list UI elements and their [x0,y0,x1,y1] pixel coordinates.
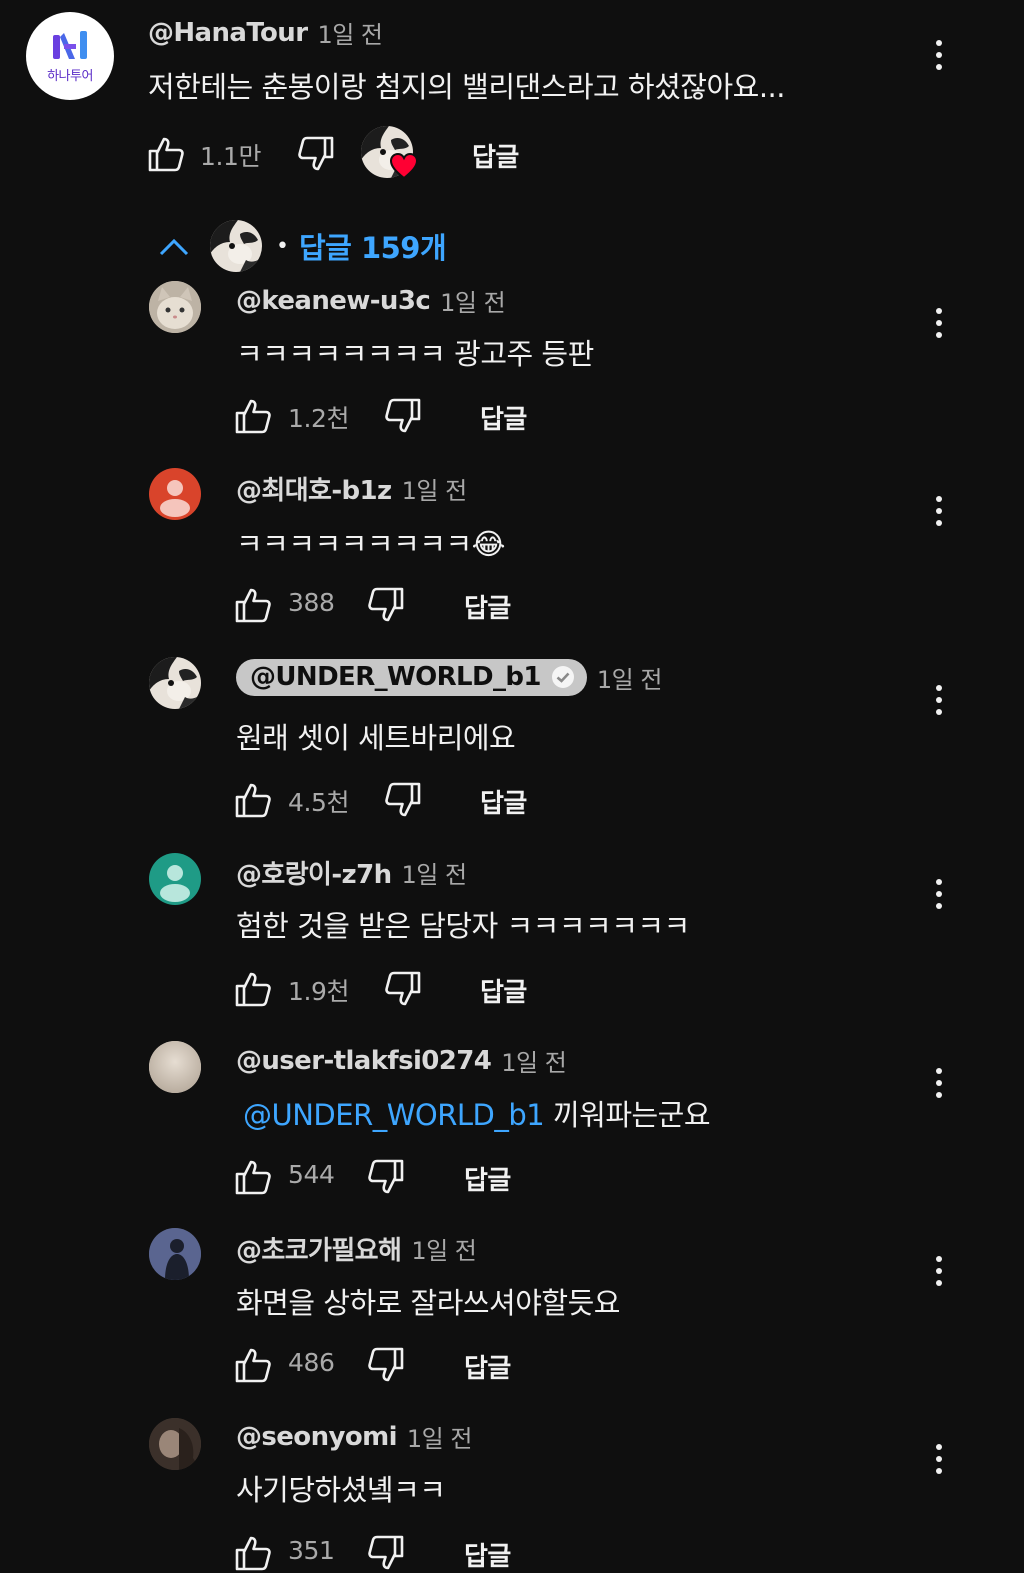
comment-author[interactable]: @seonyomi [236,1422,398,1452]
comment-text: 저한테는 춘봉이랑 첨지의 밸리댄스라고 하셨잖아요... [148,70,786,104]
like-count: 1.2천 [288,404,350,433]
top-comment-header: @HanaTour 1일 전 [148,15,383,50]
like-count: 4.5천 [288,788,350,817]
reply-button[interactable]: 답글 [464,1160,511,1197]
photo-avatar-icon [149,1418,201,1470]
dislike-icon[interactable] [383,780,423,820]
hanatour-logo-icon [53,30,87,59]
avatar[interactable] [149,657,201,709]
person-photo-avatar-icon [149,1228,201,1280]
avatar[interactable] [149,1041,201,1093]
comment-text: 사기당하셨녴ㅋㅋ [236,1473,446,1507]
like-icon[interactable] [233,396,273,436]
like-icon[interactable] [233,1345,273,1385]
reply-button[interactable]: 답글 [480,972,527,1009]
like-count: 1.9천 [288,977,350,1006]
dislike-icon[interactable] [296,134,336,174]
separator-dot: • [276,233,289,259]
like-icon[interactable] [233,780,273,820]
reply-button[interactable]: 답글 [480,783,527,820]
comment-header: @user-tlakfsi0274 1일 전 [236,1043,567,1078]
comment-text: 원래 셋이 세트바리에요 [236,721,516,755]
avatar[interactable] [149,468,201,520]
reply-button[interactable]: 답글 [464,1348,511,1385]
avatar[interactable] [149,1418,201,1470]
comment-time[interactable]: 1일 전 [440,283,506,318]
dislike-icon[interactable] [366,1345,406,1385]
comment-text: 화면을 상하로 잘라쓰셔야할듯요 [236,1286,620,1320]
more-vert-icon[interactable] [934,1444,944,1474]
comment-text: 험한 것을 받은 담당자 ㅋㅋㅋㅋㅋㅋㅋ [236,909,690,943]
like-icon[interactable] [233,1533,273,1573]
comment-author[interactable]: @최대호-b1z [236,470,392,507]
comment-time[interactable]: 1일 전 [597,660,663,695]
comment-header: @seonyomi 1일 전 [236,1419,472,1454]
reply-button[interactable]: 답글 [464,588,511,625]
comment-text-rest: 끼워파는군요 [544,1098,711,1132]
like-icon[interactable] [233,585,273,625]
verified-icon [551,666,574,688]
channel-avatar[interactable]: 하나투어 [26,12,114,100]
reply-button[interactable]: 답글 [464,1536,511,1573]
like-count: 544 [288,1160,335,1189]
avatar-label: 하나투어 [47,68,93,84]
comment-time[interactable]: 1일 전 [402,471,468,506]
like-icon[interactable] [146,134,186,174]
comment-author[interactable]: @keanew-u3c [236,286,431,316]
reply-button[interactable]: 답글 [480,399,527,436]
comment-text: ㅋㅋㅋㅋㅋㅋㅋㅋㅋ😂 [236,527,506,561]
creator-author-chip[interactable]: @UNDER_WORLD_b1 [236,659,587,696]
like-icon[interactable] [233,969,273,1009]
replies-count-link[interactable]: 답글 159개 [299,225,447,267]
reply-button[interactable]: 답글 [472,137,519,174]
dislike-icon[interactable] [366,585,406,625]
comment-author: @UNDER_WORLD_b1 [250,662,541,692]
heart-icon [389,152,419,180]
mention-link[interactable]: @UNDER_WORLD_b1 [243,1098,545,1132]
comment-header: @UNDER_WORLD_b1 1일 전 [236,659,662,696]
comment-text: ㅋㅋㅋㅋㅋㅋㅋㅋ 광고주 등판 [236,337,594,371]
more-vert-icon[interactable] [934,308,944,338]
like-count: 486 [288,1348,335,1377]
beige-avatar-icon [149,1041,201,1093]
avatar[interactable] [149,1228,201,1280]
avatar[interactable] [149,281,201,333]
more-vert-icon[interactable] [934,879,944,909]
comment-header: @최대호-b1z 1일 전 [236,470,467,507]
comment-header: @초코가필요해 1일 전 [236,1230,477,1267]
comment-author[interactable]: @user-tlakfsi0274 [236,1046,492,1076]
dislike-icon[interactable] [383,969,423,1009]
comment-time[interactable]: 1일 전 [402,855,468,890]
like-icon[interactable] [233,1157,273,1197]
more-vert-icon[interactable] [934,1068,944,1098]
comment-header: @호랑이-z7h 1일 전 [236,854,467,891]
dislike-icon[interactable] [366,1157,406,1197]
comment-author[interactable]: @HanaTour [148,18,308,48]
comment-time[interactable]: 1일 전 [317,15,383,50]
more-vert-icon[interactable] [934,496,944,526]
comment-author[interactable]: @초코가필요해 [236,1230,402,1267]
creator-avatar-small [210,220,262,272]
comment-time[interactable]: 1일 전 [501,1043,567,1078]
creator-heart-badge [361,126,419,182]
comment-author[interactable]: @호랑이-z7h [236,854,392,891]
comment-time[interactable]: 1일 전 [411,1231,477,1266]
dislike-icon[interactable] [383,396,423,436]
cat-avatar-icon [149,281,201,333]
comment-text: @UNDER_WORLD_b1 끼워파는군요 [243,1092,711,1134]
more-vert-icon[interactable] [934,685,944,715]
like-count: 1.1만 [200,142,262,171]
chevron-up-icon [159,238,189,256]
dislike-icon[interactable] [366,1533,406,1573]
comment-header: @keanew-u3c 1일 전 [236,283,506,318]
avatar[interactable] [149,853,201,905]
default-user-icon [160,480,190,517]
more-vert-icon[interactable] [934,40,944,70]
replies-toggle[interactable]: • 답글 159개 [156,220,447,272]
more-vert-icon[interactable] [934,1256,944,1286]
comment-time[interactable]: 1일 전 [407,1419,473,1454]
like-count: 388 [288,588,335,617]
default-user-icon [160,865,190,902]
like-count: 351 [288,1536,335,1565]
